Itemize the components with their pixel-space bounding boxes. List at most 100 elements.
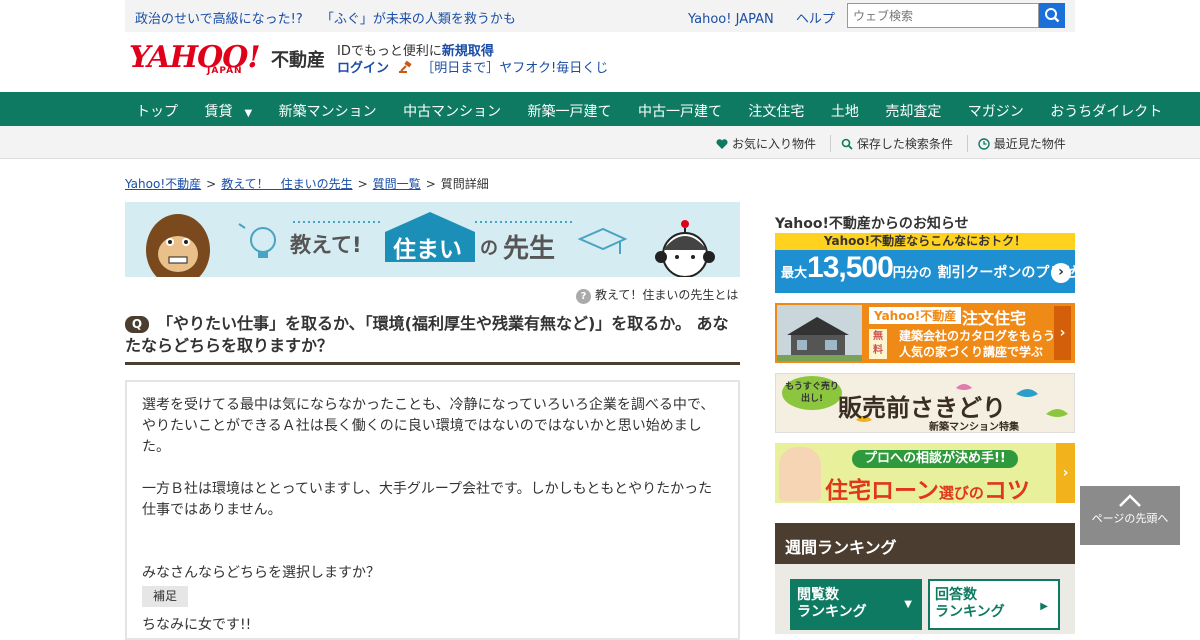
- nav-new-house[interactable]: 新築一戸建て: [528, 104, 612, 120]
- ranking-tabs: 閲覧数 ランキング ▼ 回答数 ランキング ▶: [775, 564, 1075, 634]
- banner-text-sumai: 住まい: [393, 237, 462, 263]
- nav-top[interactable]: トップ: [136, 104, 178, 120]
- nav-custom-house[interactable]: 注文住宅: [748, 104, 804, 120]
- logo-japan-text: JAPAN: [207, 66, 243, 76]
- housing-loan-ad-title: 住宅ローン選びのコツ: [825, 471, 1030, 503]
- yahoo-fudosan-logo[interactable]: YAHOO! JAPAN 不動産: [129, 40, 329, 82]
- question-body-paragraph-2: 一方Ｂ社は環境はととっていますし、大手グループ会社です。しかしもともとやりたかっ…: [142, 481, 713, 518]
- supplement-text: ちなみに女です!!: [142, 617, 252, 633]
- breadcrumb-fudosan[interactable]: Yahoo!不動産: [125, 177, 201, 191]
- graduation-cap-icon: [577, 227, 628, 254]
- housing-loan-ad-title-2: 選びの: [938, 484, 984, 502]
- weekly-ranking-heading: 週間ランキング: [775, 523, 1075, 564]
- top-news-link-1[interactable]: 政治のせいで高級になった!?: [135, 12, 303, 27]
- back-to-top-label: ページの先頭へ: [1091, 512, 1169, 525]
- teacher-character-icon: [655, 220, 715, 277]
- supplement-label: 補足: [142, 586, 189, 607]
- coupon-ad-text: 最大13,500円分の 割引クーポンのプレゼント: [781, 251, 1075, 285]
- recently-viewed-link[interactable]: 最近見た物件: [966, 135, 1076, 152]
- coupon-ad-unit: 円分の: [892, 266, 932, 281]
- web-search-input[interactable]: [847, 3, 1039, 28]
- signup-link[interactable]: 新規取得: [442, 44, 494, 59]
- about-sensei-link[interactable]: ? 教えて！住まいの先生とは: [576, 286, 738, 304]
- breadcrumb-sep: >: [357, 177, 368, 191]
- help-link[interactable]: ヘルプ: [796, 12, 835, 27]
- chevron-right-icon: ›: [1054, 306, 1071, 360]
- presale-ad-sub: 新築マンション特集: [929, 422, 1019, 433]
- top-news-link-2[interactable]: 「ふぐ」が未来の人類を救うかも: [321, 12, 516, 27]
- breadcrumb-question-list[interactable]: 質問一覧: [373, 177, 421, 191]
- banner-text-oshiete: 教えて!: [290, 233, 362, 257]
- member-area: IDでもっと便利に新規取得 ログイン ［明日まで］ヤフオク!毎日くじ: [337, 43, 608, 77]
- global-nav-items: トップ 賃貸 ▼ 新築マンション 中古マンション 新築一戸建て 中古一戸建て 注文…: [136, 101, 1184, 121]
- housing-loan-ad-title-1: 住宅ローン: [825, 478, 939, 503]
- caret-down-icon: ▼: [904, 599, 912, 610]
- yahoo-japan-link[interactable]: Yahoo! JAPAN: [688, 12, 774, 27]
- nav-rental[interactable]: 賃貸 ▼: [204, 104, 252, 120]
- nav-magazine[interactable]: マガジン: [968, 104, 1024, 120]
- nav-sale-assessment[interactable]: 売却査定: [885, 104, 941, 120]
- top-bar: 政治のせいで高級になった!? 「ふぐ」が未来の人類を救うかも Yahoo! JA…: [0, 0, 1200, 32]
- auction-lottery-link[interactable]: ［明日まで］ヤフオク!毎日くじ: [421, 61, 608, 76]
- banner-text-sensei: 先生: [503, 234, 556, 264]
- advisor-illustration: [779, 447, 821, 501]
- top-bar-inner: 政治のせいで高級になった!? 「ふぐ」が未来の人類を救うかも Yahoo! JA…: [125, 0, 1075, 32]
- login-link[interactable]: ログイン: [337, 61, 389, 76]
- favorites-link[interactable]: お気に入り物件: [716, 135, 826, 152]
- nav-ouchi-direct[interactable]: おうちダイレクト: [1050, 104, 1162, 120]
- custom-house-ad-title: 注文住宅: [962, 309, 1027, 328]
- news-heading: Yahoo!不動産からのお知らせ: [775, 216, 969, 232]
- top-links: Yahoo! JAPAN ヘルプ: [688, 8, 853, 27]
- nav-used-house[interactable]: 中古一戸建て: [638, 104, 722, 120]
- custom-house-ad-banner[interactable]: Yahoo!不動産 注文住宅 無料 建築会社のカタログをもらう 人気の家づくり講…: [775, 303, 1075, 363]
- housing-loan-ad-title-3: コツ: [983, 478, 1030, 503]
- breadcrumb-sep: >: [425, 177, 436, 191]
- question-body-paragraph-3: みなさんならどちらを選択しますか？: [142, 565, 380, 581]
- sumai-sensei-banner[interactable]: 教えて! 住まい の 先生: [125, 202, 740, 277]
- chevron-up-icon: [1119, 494, 1141, 507]
- search-button[interactable]: [1039, 3, 1065, 28]
- tab-views-line-2: ランキング: [797, 604, 867, 620]
- recently-viewed-label: 最近見た物件: [993, 137, 1066, 151]
- breadcrumb-sensei[interactable]: 教えて！ 住まいの先生: [221, 177, 352, 191]
- question-mark-icon: ?: [576, 289, 591, 304]
- housing-loan-ad-banner[interactable]: プロへの相談が決め手!! 住宅ローン選びのコツ ›: [775, 443, 1075, 503]
- lightbulb-icon: [238, 223, 276, 258]
- global-nav: トップ 賃貸 ▼ 新築マンション 中古マンション 新築一戸建て 中古一戸建て 注文…: [0, 92, 1200, 126]
- tab-views-line-1: 閲覧数: [797, 587, 839, 603]
- banner-text-no: の: [480, 238, 498, 259]
- house-photo: [777, 305, 862, 361]
- heart-icon: [716, 139, 728, 149]
- tab-views-ranking[interactable]: 閲覧数 ランキング ▼: [790, 579, 922, 630]
- nav-used-mansion[interactable]: 中古マンション: [403, 104, 501, 120]
- question-title: Q 「やりたい仕事」を取るか、「環境(福利厚生や残業有無など)」を取るか。 あなた…: [125, 313, 740, 357]
- back-to-top-button[interactable]: ページの先頭へ: [1080, 486, 1180, 545]
- coupon-ad-banner[interactable]: Yahoo!不動産ならこんなにおトク！ 最大13,500円分の 割引クーポンのプ…: [775, 233, 1075, 293]
- chevron-right-icon: ›: [1051, 263, 1071, 283]
- about-sensei-label: 教えて！住まいの先生とは: [595, 288, 739, 302]
- clock-icon: [977, 138, 990, 150]
- presale-mansion-ad-banner[interactable]: もうすぐ売り出し! 販売前さきどり 新築マンション特集: [775, 373, 1075, 433]
- search-icon: [1045, 8, 1060, 23]
- saved-search-link[interactable]: 保存した検索条件: [829, 135, 963, 152]
- member-line: IDでもっと便利に: [337, 44, 442, 59]
- question-title-text: 「やりたい仕事」を取るか、「環境(福利厚生や残業有無など)」を取るか。 あなたな…: [125, 314, 729, 355]
- free-badge: 無料: [869, 329, 887, 359]
- auction-gavel-icon: [399, 61, 412, 73]
- nav-land[interactable]: 土地: [831, 104, 859, 120]
- question-badge: Q: [125, 316, 149, 333]
- custom-house-ad-desc-2: 人気の家づくり講座で学ぶ: [899, 345, 1044, 359]
- logo-service-text: 不動産: [271, 50, 325, 71]
- breadcrumb-sep: >: [206, 177, 217, 191]
- custom-house-ad-desc: 建築会社のカタログをもらう 人気の家づくり講座で学ぶ: [899, 328, 1055, 360]
- top-news: 政治のせいで高級になった!? 「ふぐ」が未来の人類を救うかも: [135, 8, 530, 27]
- coupon-ad-strip: Yahoo!不動産ならこんなにおトク！: [775, 233, 1075, 250]
- tab-answers-ranking[interactable]: 回答数 ランキング ▶: [928, 579, 1060, 630]
- nav-new-mansion[interactable]: 新築マンション: [279, 104, 377, 120]
- presale-ad-title-1: 販売前: [838, 394, 910, 422]
- coupon-ad-prefix: 最大: [781, 266, 808, 281]
- tab-answers-line-2: ランキング: [935, 604, 1005, 620]
- caret-right-icon: ▶: [1040, 601, 1048, 612]
